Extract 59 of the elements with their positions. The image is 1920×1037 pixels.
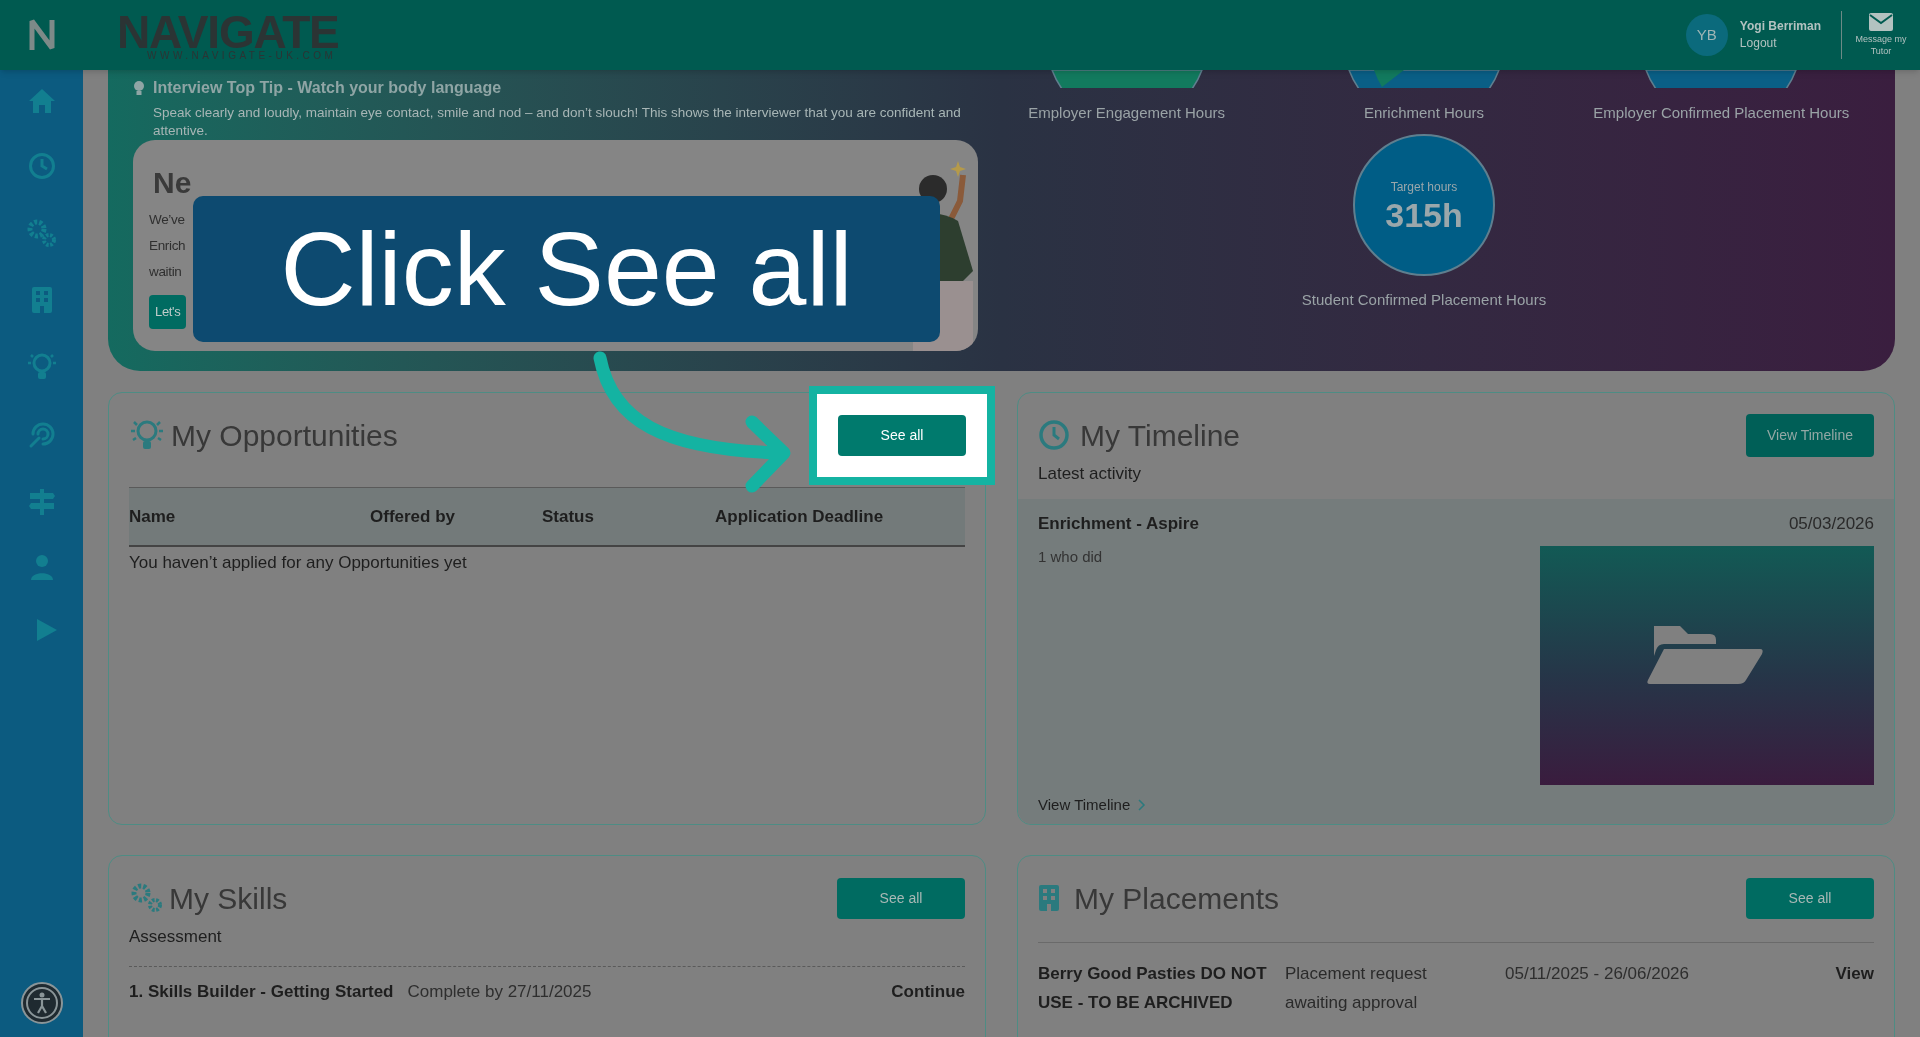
skill-name: 1. Skills Builder - Getting Started xyxy=(129,980,394,1003)
promo-text: Enrich xyxy=(149,237,186,255)
gears-icon[interactable] xyxy=(25,218,58,248)
clock-icon xyxy=(1038,419,1070,451)
tip-text: Speak clearly and loudly, maintain eye contact, smile and nod – and don’t slouch! This shows the interviewer that you are confident and attentive. xyxy=(153,104,962,140)
column-header: Application Deadline xyxy=(715,505,884,528)
see-all-button[interactable]: See all xyxy=(838,414,966,456)
clock-icon[interactable] xyxy=(27,152,56,180)
building-icon xyxy=(1038,884,1060,912)
activity-date: 05/03/2026 xyxy=(1788,512,1874,535)
card-title: My Placements xyxy=(1074,880,1280,917)
user-avatar[interactable]: YB xyxy=(1685,14,1728,56)
card-title: My Timeline xyxy=(1080,417,1241,454)
column-header: Offered by xyxy=(370,505,456,528)
placement-name: Berry Good Pasties DO NOT USE - TO BE ARCHIVED xyxy=(1038,963,1268,1014)
lightbulb-icon xyxy=(129,418,165,452)
view-timeline-link[interactable]: View Timeline xyxy=(1038,794,1147,817)
chevron-icon xyxy=(1138,799,1147,812)
card-title: My Skills xyxy=(169,880,288,917)
accessibility-icon[interactable] xyxy=(19,981,64,1025)
tip-title: Interview Top Tip - Watch your body language xyxy=(153,78,502,98)
home-icon[interactable] xyxy=(27,88,56,114)
message-tutor-button[interactable]: Message my Tutor xyxy=(1848,13,1914,57)
envelope-icon xyxy=(1869,13,1893,32)
signpost-icon[interactable] xyxy=(27,488,56,516)
column-header: Name xyxy=(129,505,176,528)
hours-label: Employer Engagement Hours xyxy=(1028,103,1226,123)
column-header: Status xyxy=(542,505,594,528)
logo-icon[interactable] xyxy=(28,18,55,52)
promo-text: We’ve xyxy=(149,211,185,229)
target-hours-dial: Target hours 315h xyxy=(1353,133,1495,276)
hours-label: Enrichment Hours xyxy=(1363,103,1484,123)
activity-text: 1 who did xyxy=(1038,547,1103,567)
hours-label: Employer Confirmed Placement Hours xyxy=(1593,103,1850,123)
building-icon[interactable] xyxy=(30,286,53,314)
promo-title: Ne xyxy=(153,165,192,201)
placement-status: Placement request awaiting approval xyxy=(1285,963,1428,1014)
card-subtitle: Latest activity xyxy=(1038,463,1142,485)
promo-text: waitin xyxy=(149,263,182,281)
person-icon[interactable] xyxy=(29,554,54,580)
promo-button[interactable]: Let's xyxy=(149,295,187,329)
play-icon[interactable] xyxy=(35,618,58,642)
placement-dates: 05/11/2025 - 26/06/2026 xyxy=(1505,963,1689,985)
due-date: Complete by 27/11/2025 xyxy=(407,980,592,1003)
lightbulb-icon xyxy=(133,80,145,96)
see-all-button[interactable]: See all xyxy=(837,877,965,919)
card-title: My Opportunities xyxy=(171,417,398,454)
view-timeline-button[interactable]: View Timeline xyxy=(1746,413,1874,457)
hours-label: Student Confirmed Placement Hours xyxy=(1301,289,1547,310)
continue-link[interactable]: Continue xyxy=(891,978,965,1005)
activity-title: Enrichment - Aspire xyxy=(1038,512,1199,535)
empty-message: You haven’t applied for any Opportunities yet xyxy=(129,552,468,574)
callout-tooltip: Click See all xyxy=(193,196,940,342)
gears-icon xyxy=(129,881,165,915)
user-name: Yogi Berriman xyxy=(1739,19,1821,34)
see-all-button[interactable]: See all xyxy=(1746,877,1874,919)
view-link[interactable]: View xyxy=(1835,959,1874,988)
logout-link[interactable]: Logout xyxy=(1739,36,1821,51)
card-subtitle: Assessment xyxy=(129,926,223,948)
